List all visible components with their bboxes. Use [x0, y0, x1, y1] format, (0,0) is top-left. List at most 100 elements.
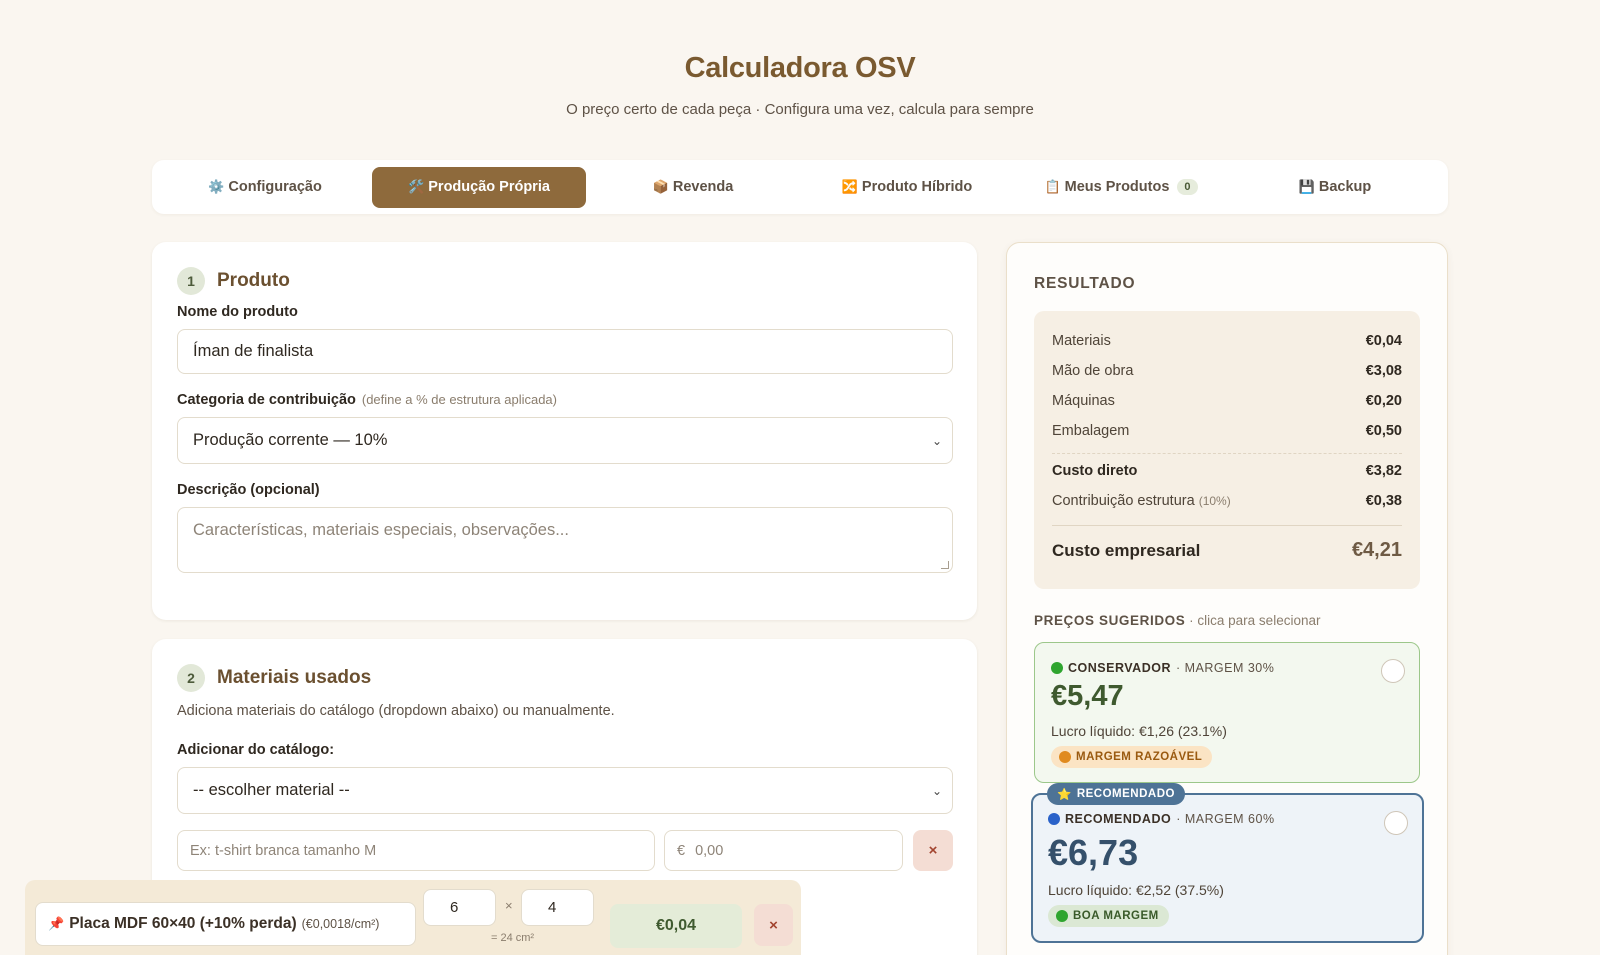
catalog-label: Adicionar do catálogo: [177, 742, 335, 758]
resize-handle-icon[interactable] [941, 561, 949, 569]
catalog-select[interactable]: -- escolher material -- ⌄ [177, 767, 953, 814]
recommended-badge: ⭐ RECOMENDADO [1047, 783, 1185, 805]
result-title: RESULTADO [1034, 275, 1136, 292]
option-margin: · MARGEM 60% [1176, 812, 1275, 826]
clipboard-icon: 📋 [1044, 179, 1061, 194]
tab-meus-produtos[interactable]: 📋 Meus Produtos 0 [1014, 167, 1228, 208]
suggested-hint: · clica para selecionar [1189, 613, 1321, 628]
description-textarea[interactable]: Características, materiais especiais, ob… [177, 507, 953, 573]
margin-badge-label: BOA MARGEM [1073, 910, 1159, 922]
price-option-recommended[interactable]: ⭐ RECOMENDADO RECOMENDADO · MARGEM 60% €… [1031, 783, 1424, 943]
page-title: Calculadora OSV [684, 52, 916, 84]
category-hint: (define a % de estrutura aplicada) [361, 392, 557, 407]
business-cost-value: €4,21 [1351, 539, 1402, 561]
cost-row-materials: Materiais €0,04 [1052, 333, 1402, 349]
tab-revenda[interactable]: 📦 Revenda [586, 167, 800, 208]
contribution-row: Contribuição estrutura (10%) €0,38 [1052, 493, 1402, 509]
tab-backup[interactable]: 💾 Backup [1228, 167, 1442, 208]
tab-label: Produção Própria [428, 179, 550, 195]
main-tabs: ⚙️ Configuração 🛠️ Produção Própria 📦 Re… [152, 160, 1448, 214]
cost-value: €0,04 [1365, 333, 1402, 349]
page-subtitle: O preço certo de cada peça · Configura u… [566, 101, 1034, 118]
cost-value: €0,50 [1365, 423, 1402, 439]
tab-label: Backup [1318, 179, 1372, 195]
description-label: Descrição (opcional) [177, 482, 320, 498]
step-number: 2 [177, 664, 205, 692]
description-placeholder: Características, materiais especiais, ob… [193, 521, 569, 539]
remove-manual-button[interactable]: × [913, 830, 953, 871]
contribution-label-text: Contribuição estrutura [1052, 493, 1195, 509]
cost-row-machines: Máquinas €0,20 [1052, 393, 1402, 409]
manual-material-name-input[interactable]: Ex: t-shirt branca tamanho M [177, 830, 655, 871]
step-number: 1 [177, 267, 205, 295]
material-item-row: 📌 Placa MDF 60×40 (+10% perda) (€0,0018/… [25, 880, 801, 955]
option-header: CONSERVADOR · MARGEM 30% [1051, 661, 1274, 675]
direct-cost-row: Custo direto €3,82 [1052, 463, 1402, 479]
cost-label: Mão de obra [1052, 363, 1134, 379]
times-sign: × [505, 898, 513, 913]
close-icon: × [769, 916, 778, 934]
materials-intro: Adiciona materiais do catálogo (dropdown… [177, 703, 615, 719]
tab-label: Meus Produtos [1064, 179, 1170, 195]
tab-produto-hibrido[interactable]: 🔀 Produto Híbrido [800, 167, 1014, 208]
product-section-header: 1 Produto [177, 267, 290, 295]
option-profit: Lucro líquido: €1,26 (23.1%) [1051, 723, 1227, 739]
blue-circle-icon [1048, 813, 1060, 825]
euro-prefix: € [677, 842, 686, 859]
cost-value: €0,20 [1365, 393, 1402, 409]
materials-section-header: 2 Materiais usados [177, 664, 371, 692]
material-height-input[interactable]: 4 [521, 889, 594, 926]
contribution-percent: (10%) [1198, 494, 1231, 508]
material-total: €0,04 [610, 904, 742, 948]
package-icon: 📦 [652, 179, 669, 194]
option-margin: · MARGEM 30% [1175, 661, 1275, 675]
tab-label: Revenda [672, 179, 734, 195]
business-cost-label: Custo empresarial [1052, 541, 1201, 560]
tab-producao-propria[interactable]: 🛠️ Produção Própria [372, 166, 586, 208]
product-name-input[interactable]: Íman de finalista [177, 329, 953, 374]
pin-icon: 📌 [48, 916, 65, 931]
height-value: 4 [548, 899, 557, 916]
remove-material-button[interactable]: × [754, 904, 793, 946]
cost-breakdown: Materiais €0,04 Mão de obra €3,08 Máquinas… [1034, 311, 1420, 589]
margin-badge: BOA MARGEM [1048, 905, 1169, 927]
contribution-value: €0,38 [1365, 493, 1402, 509]
products-count-badge: 0 [1177, 179, 1198, 195]
material-area: = 24 cm² [491, 932, 535, 944]
option-profit: Lucro líquido: €2,52 (37.5%) [1048, 882, 1224, 898]
cost-label: Materiais [1052, 333, 1111, 349]
result-panel: RESULTADO Materiais €0,04 Mão de obra €3,0… [1006, 242, 1448, 955]
category-select[interactable]: Produção corrente — 10% ⌄ [177, 417, 953, 464]
floppy-disk-icon: 💾 [1298, 179, 1315, 194]
material-name: Placa MDF 60×40 (+10% perda) [69, 915, 297, 932]
cost-label: Máquinas [1052, 393, 1115, 409]
tab-configuracao[interactable]: ⚙️ Configuração [158, 167, 372, 208]
material-width-input[interactable]: 6 [423, 889, 496, 926]
option-header: RECOMENDADO · MARGEM 60% [1048, 812, 1275, 826]
material-unit-price: (€0,0018/cm²) [301, 917, 380, 931]
product-card: 1 Produto Nome do produto Íman de finali… [152, 242, 977, 620]
option-price: €6,73 [1048, 832, 1139, 873]
margin-badge: MARGEM RAZOÁVEL [1051, 746, 1213, 768]
direct-cost-label: Custo direto [1052, 463, 1138, 479]
option-radio[interactable] [1384, 811, 1408, 835]
green-circle-icon [1056, 910, 1068, 922]
tab-label: Produto Híbrido [861, 179, 973, 195]
price-option-conservative[interactable]: CONSERVADOR · MARGEM 30% €5,47 Lucro líq… [1034, 642, 1420, 783]
section-title: Materiais usados [217, 667, 372, 688]
page-header: Calculadora OSV O preço certo de cada pe… [0, 52, 1600, 118]
gear-icon: ⚙️ [208, 179, 225, 194]
direct-cost-value: €3,82 [1365, 463, 1402, 479]
option-radio[interactable] [1381, 659, 1405, 683]
manual-price-placeholder: 0,00 [695, 842, 724, 859]
shuffle-icon: 🔀 [841, 179, 858, 194]
contribution-label: Contribuição estrutura (10%) [1052, 493, 1231, 509]
chevron-down-icon: ⌄ [931, 433, 942, 448]
star-icon: ⭐ [1057, 789, 1072, 801]
divider [1052, 525, 1402, 526]
cost-label: Embalagem [1052, 423, 1130, 439]
product-name-label: Nome do produto [177, 304, 298, 320]
manual-material-price-input[interactable]: € 0,00 [664, 830, 903, 871]
category-label: Categoria de contribuição (define a % de … [177, 392, 557, 408]
margin-badge-label: MARGEM RAZOÁVEL [1076, 751, 1203, 763]
